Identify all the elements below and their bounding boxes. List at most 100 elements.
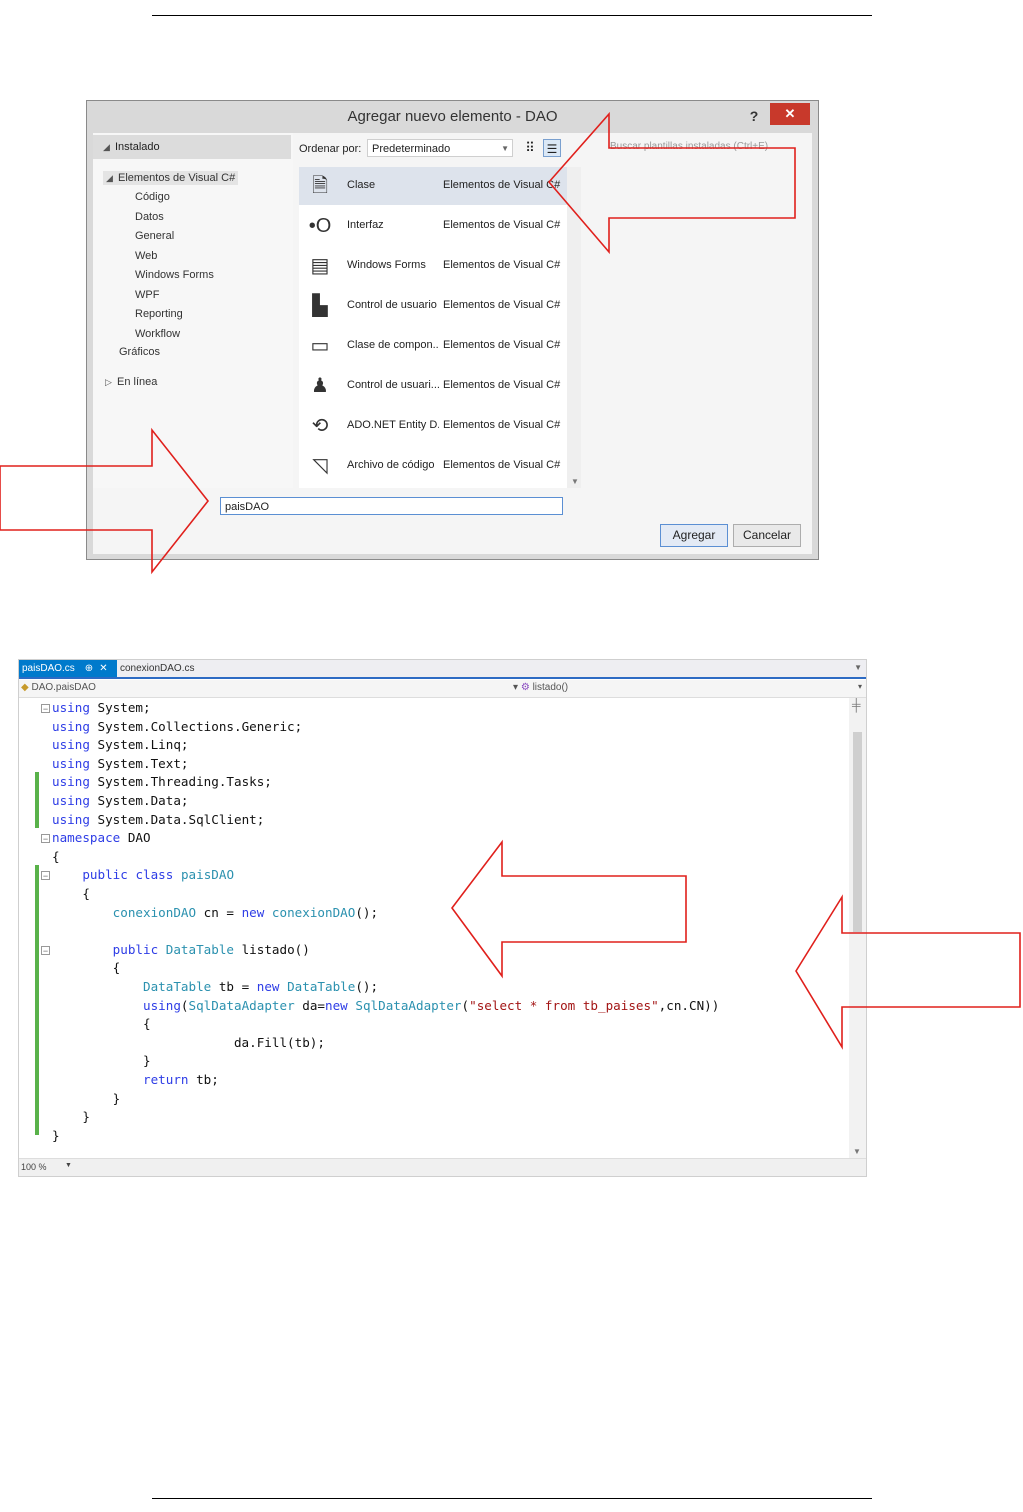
pointer-arrow-to-method	[795, 894, 1021, 1050]
split-icon[interactable]: ╪	[852, 698, 861, 712]
code-area[interactable]: using System; using System.Collections.Ge…	[19, 698, 849, 1160]
template-list: 🗎 Clase Elementos de Visual C# •O Interfaz El…	[299, 167, 573, 488]
fold-toggle-icon[interactable]: −	[41, 834, 50, 844]
tree-item[interactable]: Código	[135, 191, 170, 203]
fold-toggle-icon[interactable]: −	[41, 945, 50, 955]
template-name: Archivo de código	[347, 459, 435, 471]
tree-online[interactable]: ▷ En línea	[105, 376, 157, 388]
pin-icon[interactable]: ⊕	[85, 663, 93, 674]
method-icon: ⚙	[520, 682, 533, 693]
class-icon: ◆	[21, 682, 32, 693]
editor-statusbar: 100 % ▼	[19, 1158, 866, 1176]
fold-toggle-icon[interactable]: −	[41, 704, 50, 714]
chevron-down-icon[interactable]: ▼	[854, 663, 862, 672]
add-button[interactable]: Agregar	[660, 524, 728, 547]
tree-online-label: En línea	[117, 376, 158, 388]
code-line: using System;	[52, 700, 151, 715]
code-line: using System.Collections.Generic;	[52, 718, 303, 734]
code-line: }	[52, 1127, 60, 1143]
code-line: }	[52, 1109, 90, 1125]
class-dropdown[interactable]: ◆ DAO.paisDAO	[21, 682, 96, 693]
template-item[interactable]: ▙ Control de usuario Elementos de Visual C…	[299, 287, 567, 325]
grid-view-icon[interactable]: ⠿	[521, 139, 539, 157]
tree-item[interactable]: WPF	[135, 289, 159, 301]
template-item[interactable]: ▭ Clase de compon... Elementos de Visual C…	[299, 327, 567, 365]
component-class-icon: ▭	[310, 335, 330, 357]
template-item[interactable]: 🗎 Clase Elementos de Visual C#	[299, 167, 567, 205]
template-item[interactable]: •O Interfaz Elementos de Visual C#	[299, 207, 567, 245]
sort-select[interactable]: Predeterminado ▼	[367, 139, 513, 157]
code-line: public DataTable listado()	[112, 941, 310, 957]
close-icon[interactable]: ✕	[99, 663, 107, 674]
cancel-button[interactable]: Cancelar	[733, 524, 801, 547]
chevron-down-icon: ▾	[513, 682, 521, 693]
code-line: using System.Data.SqlClient;	[52, 811, 265, 827]
tree-visual-csharp-items[interactable]: ◢ Elementos de Visual C#	[103, 171, 239, 185]
collapse-icon: ◢	[106, 173, 113, 183]
tree-installed-label: Instalado	[115, 141, 160, 153]
template-name: Clase	[347, 179, 376, 191]
code-editor: paisDAO.cs ⊕ ✕ conexionDAO.cs ▼ ◆ DAO.pais…	[18, 659, 867, 1177]
pointer-arrow-to-field	[451, 839, 687, 979]
code-line: conexionDAO cn = new conexionDAO();	[112, 904, 379, 920]
template-type: Elementos de Visual C#	[443, 379, 561, 391]
sort-value: Predeterminado	[372, 143, 451, 155]
template-type: Elementos de Visual C#	[443, 179, 561, 191]
template-name: Windows Forms	[347, 259, 426, 271]
tree-item[interactable]: Datos	[135, 211, 164, 223]
code-line: return tb;	[143, 1072, 219, 1087]
tab-paisdao-label: paisDAO.cs	[22, 663, 75, 674]
user-control-icon: ▙	[312, 295, 328, 317]
code-line: using System.Data;	[52, 793, 189, 808]
template-item[interactable]: ♟ Control de usuari... Elementos de Visual…	[299, 367, 567, 405]
tree-visual-csharp-label: Elementos de Visual C#	[118, 172, 236, 184]
code-line: using(SqlDataAdapter da=new SqlDataAdapt…	[143, 997, 720, 1013]
code-line: public class paisDAO	[82, 867, 235, 883]
code-file-icon: ◹	[312, 455, 328, 477]
template-name: Control de usuari...	[347, 379, 439, 391]
entity-data-icon: ⟲	[311, 415, 329, 437]
template-type: Elementos de Visual C#	[443, 339, 561, 351]
class-dropdown-label: DAO.paisDAO	[31, 682, 96, 693]
template-item[interactable]: ▤ Windows Forms Elementos de Visual C#	[299, 247, 567, 285]
template-item[interactable]: ⟲ ADO.NET Entity D... Elementos de Visual …	[299, 407, 567, 445]
tree-item[interactable]: Web	[135, 250, 157, 262]
template-name: ADO.NET Entity D...	[347, 419, 439, 431]
template-type: Elementos de Visual C#	[443, 419, 561, 431]
navigation-bar: ◆ DAO.paisDAO ▾ ⚙ listado() ▾	[19, 680, 866, 698]
pointer-arrow-to-name	[0, 427, 210, 575]
tree-graficos[interactable]: Gráficos	[119, 346, 160, 358]
tab-conexiondao[interactable]: conexionDAO.cs	[120, 660, 194, 677]
name-field[interactable]: paisDAO	[220, 497, 563, 515]
tree-installed[interactable]: ◢ Instalado	[93, 135, 291, 159]
template-item[interactable]: ◹ Archivo de código Elementos de Visual C#	[299, 447, 567, 485]
tree-item[interactable]: General	[135, 230, 174, 242]
tree-item[interactable]: Reporting	[135, 308, 183, 320]
code-line: {	[52, 886, 90, 901]
tab-paisdao[interactable]: paisDAO.cs ⊕ ✕	[19, 660, 117, 677]
user-control-wpf-icon: ♟	[311, 375, 329, 397]
pointer-arrow-to-class	[547, 111, 796, 255]
chevron-down-icon[interactable]: ▼	[65, 1162, 72, 1169]
template-name: Clase de compon...	[347, 339, 439, 351]
document-tabs: paisDAO.cs ⊕ ✕ conexionDAO.cs ▼	[19, 660, 866, 679]
change-marker	[35, 772, 39, 829]
code-line: }	[52, 1053, 151, 1069]
collapse-icon: ◢	[103, 142, 110, 152]
scroll-down-icon[interactable]: ▼	[571, 477, 579, 486]
tree-item[interactable]: Workflow	[135, 328, 180, 340]
chevron-down-icon: ▼	[501, 144, 509, 153]
interface-icon: •O	[308, 215, 332, 237]
member-dropdown[interactable]: ▾ ⚙ listado()	[513, 682, 568, 693]
chevron-down-icon[interactable]: ▾	[858, 682, 862, 691]
fold-toggle-icon[interactable]: −	[41, 871, 50, 881]
code-line: da.Fill(tb);	[52, 1034, 325, 1050]
template-name: Control de usuario	[347, 299, 437, 311]
template-type: Elementos de Visual C#	[443, 299, 561, 311]
template-type: Elementos de Visual C#	[443, 259, 561, 271]
bottom-rule	[152, 1498, 872, 1499]
tree-item[interactable]: Windows Forms	[135, 269, 214, 281]
template-name: Interfaz	[347, 219, 384, 231]
zoom-level[interactable]: 100 %	[21, 1162, 47, 1172]
scroll-down-icon[interactable]: ▼	[853, 1147, 861, 1156]
